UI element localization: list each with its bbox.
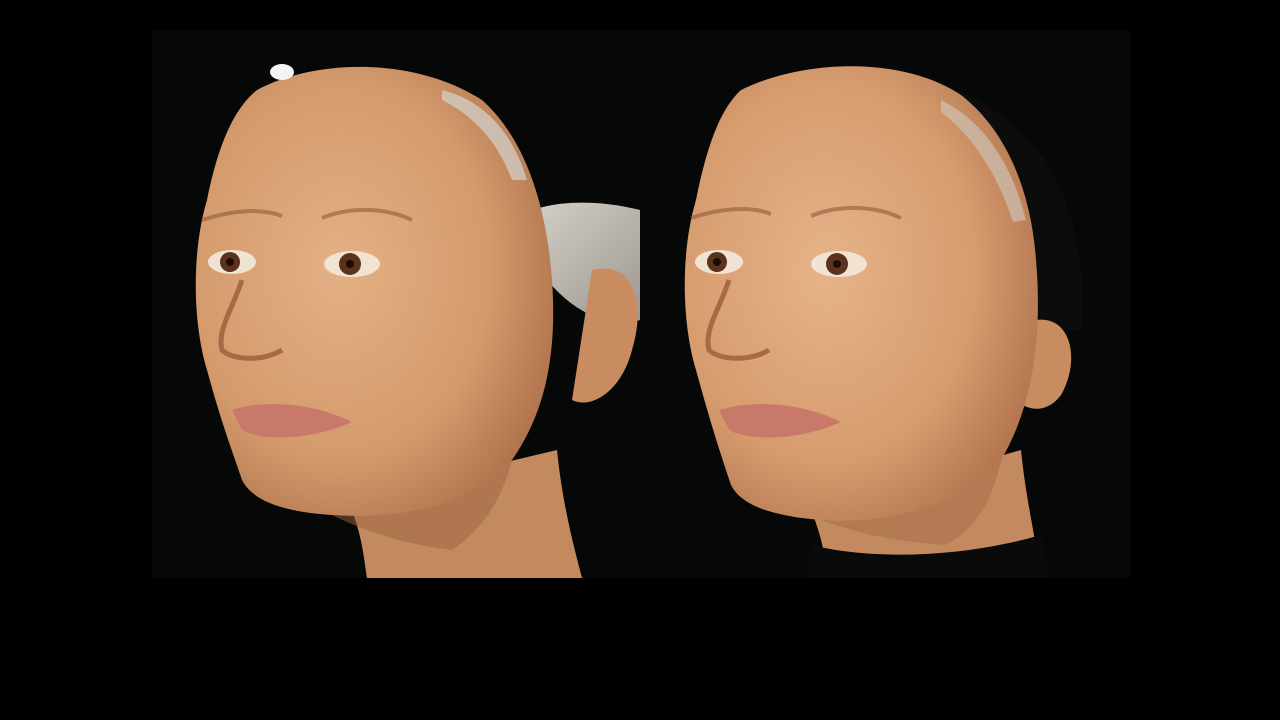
after-photo [641, 30, 1130, 578]
video-frame [0, 0, 1280, 720]
after-face-illustration [641, 30, 1130, 578]
before-photo [152, 30, 641, 578]
before-face-illustration [152, 30, 641, 578]
comparison-panel [152, 30, 1130, 578]
